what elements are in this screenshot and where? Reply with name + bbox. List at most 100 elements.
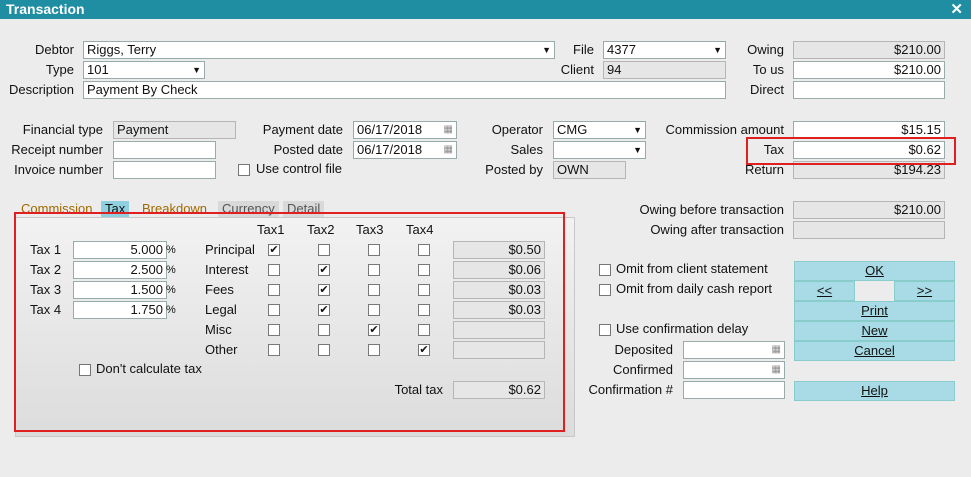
confirmation-number-input[interactable] — [683, 381, 785, 399]
tab-detail[interactable]: Detail — [283, 201, 325, 217]
tax-assign-checkbox[interactable] — [368, 264, 380, 276]
tax-assign-checkbox[interactable] — [418, 324, 430, 336]
tax-assign-checkbox[interactable] — [268, 324, 280, 336]
column-header-tax2: Tax2 — [307, 222, 335, 237]
tax-rate-input[interactable]: 1.750 — [73, 301, 167, 319]
title-bar: Transaction ✕ — [0, 0, 971, 19]
posted-date-value: 06/17/2018 — [357, 142, 423, 157]
receipt-number-input[interactable] — [113, 141, 216, 159]
owing-before-field: $210.00 — [793, 201, 945, 219]
omit-daily-cash-label: Omit from daily cash report — [616, 281, 773, 296]
tax-assign-checkbox[interactable]: ✔ — [368, 324, 380, 336]
owing-value: $210.00 — [894, 42, 941, 57]
tax-assign-checkbox[interactable] — [268, 284, 280, 296]
calendar-icon[interactable]: ▦ — [444, 122, 453, 138]
tax-assign-checkbox[interactable] — [318, 244, 330, 256]
tax-input[interactable]: $0.62 — [793, 141, 945, 159]
debtor-select[interactable]: Riggs, Terry — [83, 41, 555, 59]
tax-assign-checkbox[interactable] — [418, 304, 430, 316]
tax-assign-checkbox[interactable] — [268, 344, 280, 356]
new-button[interactable]: New — [794, 321, 955, 341]
calendar-icon[interactable]: ▦ — [772, 362, 781, 378]
tax-assign-checkbox[interactable] — [418, 264, 430, 276]
dont-calculate-tax-checkbox[interactable] — [79, 364, 91, 376]
percent-unit: % — [166, 264, 176, 276]
tab-commission[interactable]: Commission — [17, 201, 97, 217]
invoice-number-label: Invoice number — [14, 162, 103, 177]
tax-assign-checkbox[interactable]: ✔ — [418, 344, 430, 356]
total-tax-field: $0.62 — [453, 381, 545, 399]
description-input[interactable]: Payment By Check — [83, 81, 726, 99]
tax-assign-checkbox[interactable]: ✔ — [318, 304, 330, 316]
row-amount-value: $0.03 — [508, 302, 541, 317]
omit-client-statement-label: Omit from client statement — [616, 261, 768, 276]
tax-assign-checkbox[interactable] — [268, 264, 280, 276]
operator-label: Operator — [491, 122, 543, 137]
tax-assign-checkbox[interactable] — [368, 244, 380, 256]
next-button[interactable]: >> — [894, 281, 955, 301]
column-header-tax1: Tax1 — [257, 222, 285, 237]
tax-assign-checkbox[interactable]: ✔ — [268, 244, 280, 256]
tax-rate-input[interactable]: 1.500 — [73, 281, 167, 299]
tax-rate-input[interactable]: 5.000 — [73, 241, 167, 259]
financial-type-label: Financial type — [22, 122, 103, 137]
posted-by-value: OWN — [557, 162, 589, 177]
row-amount-value: $0.06 — [508, 262, 541, 277]
cancel-button[interactable]: Cancel — [794, 341, 955, 361]
print-button[interactable]: Print — [794, 301, 955, 321]
return-label: Return — [744, 162, 784, 177]
row-label: Fees — [205, 282, 234, 297]
use-confirmation-delay-checkbox[interactable] — [599, 324, 611, 336]
row-amount-value: $0.50 — [508, 242, 541, 257]
tax-assign-checkbox[interactable] — [268, 304, 280, 316]
row-label: Legal — [205, 302, 237, 317]
invoice-number-input[interactable] — [113, 161, 216, 179]
column-header-tax4: Tax4 — [406, 222, 434, 237]
payment-date-input[interactable]: 06/17/2018 ▦ — [353, 121, 457, 139]
confirmed-input[interactable]: ▦ — [683, 361, 785, 379]
deposited-input[interactable]: ▦ — [683, 341, 785, 359]
commission-amount-value: $15.15 — [901, 122, 941, 137]
calendar-icon[interactable]: ▦ — [772, 342, 781, 358]
row-amount: $0.03 — [453, 301, 545, 319]
tab-tax[interactable]: Tax — [101, 201, 130, 217]
debtor-value: Riggs, Terry — [87, 42, 157, 57]
confirmation-number-label: Confirmation # — [588, 382, 673, 397]
tax-assign-checkbox[interactable] — [418, 244, 430, 256]
tab-breakdown[interactable]: Breakdown — [138, 201, 211, 217]
commission-amount-input[interactable]: $15.15 — [793, 121, 945, 139]
direct-input[interactable] — [793, 81, 945, 99]
type-select[interactable]: 101 — [83, 61, 205, 79]
row-label: Misc — [205, 322, 232, 337]
to-us-input[interactable]: $210.00 — [793, 61, 945, 79]
help-button[interactable]: Help — [794, 381, 955, 401]
to-us-label: To us — [752, 62, 784, 77]
tax-rate-input[interactable]: 2.500 — [73, 261, 167, 279]
calendar-icon[interactable]: ▦ — [444, 142, 453, 158]
tab-currency[interactable]: Currency — [218, 201, 279, 217]
posted-date-input[interactable]: 06/17/2018 ▦ — [353, 141, 457, 159]
tax-assign-checkbox[interactable] — [318, 324, 330, 336]
owing-label: Owing — [747, 42, 784, 57]
operator-select[interactable]: CMG — [553, 121, 646, 139]
omit-daily-cash-checkbox[interactable] — [599, 284, 611, 296]
close-icon[interactable]: ✕ — [950, 0, 963, 18]
ok-button[interactable]: OK — [794, 261, 955, 281]
receipt-number-label: Receipt number — [11, 142, 103, 157]
tax-assign-checkbox[interactable]: ✔ — [318, 264, 330, 276]
return-value: $194.23 — [894, 162, 941, 177]
previous-button[interactable]: << — [794, 281, 855, 301]
tax-assign-checkbox[interactable]: ✔ — [318, 284, 330, 296]
tax-assign-checkbox[interactable] — [368, 344, 380, 356]
tax-rate-label: Tax 3 — [30, 282, 62, 297]
tax-assign-checkbox[interactable] — [318, 344, 330, 356]
omit-client-statement-checkbox[interactable] — [599, 264, 611, 276]
posted-by-label: Posted by — [485, 162, 543, 177]
tax-assign-checkbox[interactable] — [368, 304, 380, 316]
tax-assign-checkbox[interactable] — [418, 284, 430, 296]
file-value: 4377 — [607, 42, 636, 57]
sales-select[interactable] — [553, 141, 646, 159]
tax-value: $0.62 — [908, 142, 941, 157]
tax-assign-checkbox[interactable] — [368, 284, 380, 296]
use-control-file-checkbox[interactable] — [238, 164, 250, 176]
